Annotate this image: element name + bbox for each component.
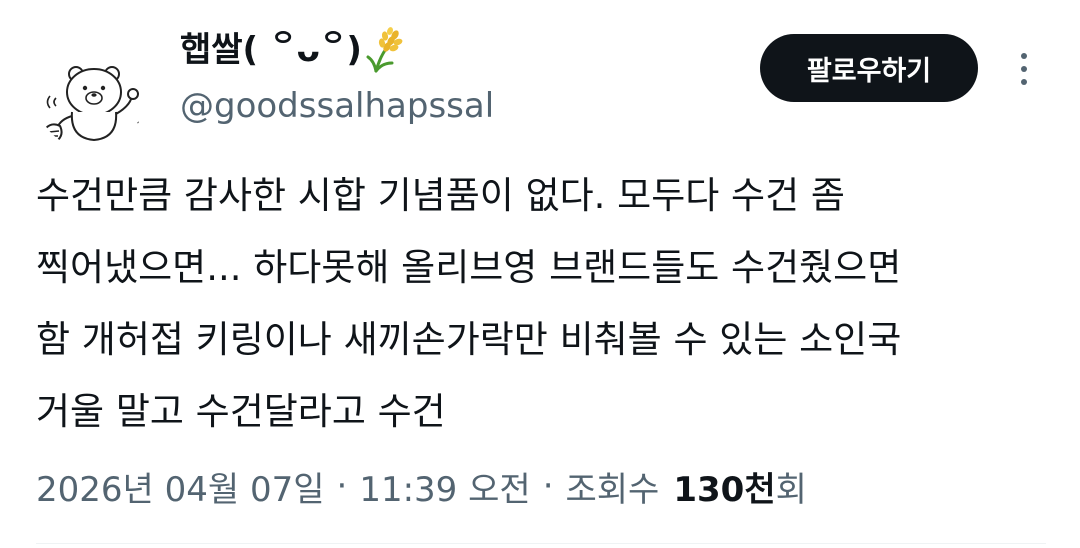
meta-separator: · (542, 466, 554, 506)
post-text-line: 함 개허접 키링이나 새끼손가락만 비춰볼 수 있는 소인국 (36, 318, 902, 361)
post: 햅쌀( ꒪ᴗ꒪) @goodssalhapssal 팔로우하기 수건만큼 감사한… (0, 0, 1080, 548)
post-date[interactable]: 2026년 04월 07일 (36, 462, 325, 511)
display-name-row[interactable]: 햅쌀( ꒪ᴗ꒪) (180, 24, 494, 76)
post-text-line: 찍어냈으면... 하다못해 올리브영 브랜드들도 수건줬으면 (36, 246, 902, 289)
post-text: 수건만큼 감사한 시합 기념품이 없다. 모두다 수건 좀 찍어냈으면... 하… (36, 160, 1046, 448)
display-name[interactable]: 햅쌀( ꒪ᴗ꒪) (180, 24, 362, 76)
more-vertical-icon[interactable] (1006, 46, 1042, 92)
author-block: 햅쌀( ꒪ᴗ꒪) @goodssalhapssal (180, 24, 494, 128)
post-meta: 2026년 04월 07일 · 11:39 오전 · 조회수 130천 회 (36, 456, 807, 516)
more-dot (1021, 66, 1027, 72)
post-time[interactable]: 11:39 오전 (359, 462, 530, 511)
rice-ear-icon (364, 27, 406, 73)
views-count[interactable]: 130천 (673, 462, 775, 511)
meta-separator: · (336, 466, 348, 506)
views-suffix: 회 (775, 469, 807, 510)
post-text-line: 수건만큼 감사한 시합 기념품이 없다. 모두다 수건 좀 (36, 174, 845, 217)
follow-button[interactable]: 팔로우하기 (760, 34, 978, 102)
bear-avatar-icon[interactable] (36, 40, 146, 150)
more-dot (1021, 53, 1027, 59)
author-handle[interactable]: @goodssalhapssal (180, 84, 494, 128)
more-dot (1021, 79, 1027, 85)
divider (36, 543, 1046, 544)
post-text-line: 거울 말고 수건달라고 수건 (36, 390, 446, 433)
views-label: 조회수 (565, 469, 660, 510)
